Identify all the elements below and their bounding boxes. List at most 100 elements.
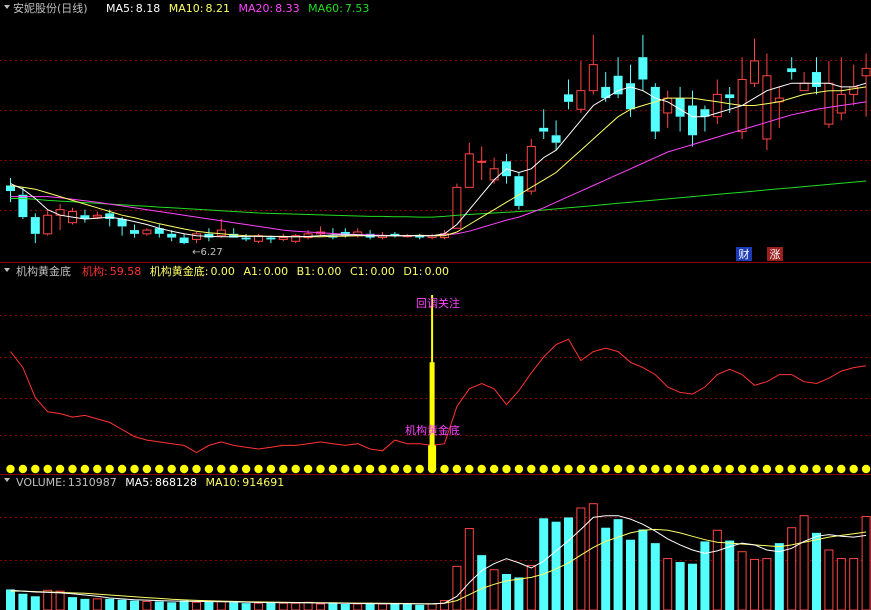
candle-body-down xyxy=(130,230,139,234)
volume-header: VOLUME: 1310987 MA5: 868128 MA10: 914691 xyxy=(4,476,284,489)
volume-bar-down xyxy=(774,543,784,610)
volume-bar-up xyxy=(526,564,536,610)
indicator-title: 机构黄金底 xyxy=(16,264,71,278)
volume-bar-up xyxy=(192,601,201,610)
signal-dot xyxy=(527,464,536,474)
signal-dot xyxy=(117,464,127,474)
signal-dot xyxy=(452,464,462,474)
volume-bar-down xyxy=(626,539,635,610)
volume-bar-down xyxy=(167,602,177,610)
volume-bar-up xyxy=(489,569,499,610)
candle-body-up xyxy=(762,75,772,140)
signal-dot xyxy=(762,464,772,474)
signal-dot xyxy=(229,464,238,474)
signal-dot xyxy=(824,464,834,474)
signal-dot xyxy=(514,464,524,474)
signal-dot xyxy=(378,464,387,474)
signal-dot xyxy=(551,464,561,474)
annotation-pullback: 回调关注 xyxy=(416,296,460,310)
volume-bar-down xyxy=(514,577,524,610)
volume-bar-down xyxy=(812,532,821,610)
volume-bar-down xyxy=(477,555,487,610)
signal-dot xyxy=(539,464,548,474)
volume-bar-down xyxy=(613,519,623,610)
price-header: 安妮股份(日线) MA5: 8.18 MA10: 8.21 MA20: 8.33 MA… xyxy=(4,1,369,15)
volume-bar-down xyxy=(700,541,710,610)
volume-bar-up xyxy=(861,516,871,610)
volume-bar-down xyxy=(650,543,660,610)
signal-dot xyxy=(589,464,598,474)
signal-dot xyxy=(799,464,809,474)
signal-dot xyxy=(626,464,635,474)
badge-zhang[interactable]: 涨 xyxy=(767,247,783,261)
low-price-annotation: ←6.27 xyxy=(192,247,223,258)
signal-dot xyxy=(241,464,251,474)
volume-bar-down xyxy=(402,604,412,610)
signal-dot xyxy=(787,464,796,474)
signal-dot xyxy=(55,464,65,474)
signal-dot xyxy=(155,464,164,474)
signal-dot xyxy=(303,464,313,474)
candle-body-up xyxy=(576,90,586,110)
volume-bar-up xyxy=(836,558,846,610)
candle-body-up xyxy=(588,64,598,92)
signal-dot xyxy=(564,464,573,474)
candle-body-down xyxy=(551,135,561,143)
signal-dot xyxy=(43,464,52,474)
signal-dot xyxy=(713,464,722,474)
signal-dot xyxy=(675,464,685,474)
annotation-golden-bottom: 机构黄金底 xyxy=(405,423,460,437)
signal-dot xyxy=(663,464,672,474)
signal-dot xyxy=(837,464,846,474)
volume-bar-up xyxy=(291,602,301,610)
candle-body-down xyxy=(564,94,573,102)
volume-bar-down xyxy=(229,602,239,610)
volume-bar-down xyxy=(688,563,697,610)
candle-body-up xyxy=(43,214,53,235)
volume-bar-down xyxy=(68,597,77,610)
volume-bar-up xyxy=(799,515,809,610)
signal-dot xyxy=(217,464,226,474)
signal-dot xyxy=(688,464,697,474)
signal-dot xyxy=(80,464,90,474)
signal-dot xyxy=(750,464,759,474)
volume-bar-down xyxy=(564,517,573,610)
volume-bar-down xyxy=(675,562,685,610)
volume-bar-up xyxy=(378,603,387,610)
candle-body-down xyxy=(725,94,735,99)
candle-body-down xyxy=(167,233,177,238)
signal-dot xyxy=(192,464,201,474)
candle-body-up xyxy=(477,160,487,163)
signal-dot xyxy=(31,464,40,474)
volume-bar-down xyxy=(502,574,511,610)
volume-bar-up xyxy=(849,558,859,610)
signal-dot xyxy=(353,464,362,474)
signal-dot xyxy=(328,464,338,474)
signal-dot xyxy=(179,464,189,474)
candle-body-up xyxy=(92,214,102,218)
volume-bar-down xyxy=(105,598,115,610)
volume-legend: VOLUME: 1310987 MA5: 868128 MA10: 914691 xyxy=(16,476,284,489)
signal-dot xyxy=(316,464,325,474)
signal-dot xyxy=(93,464,102,474)
volume-bar-up xyxy=(303,601,313,610)
price-legend: MA5: 8.18 MA10: 8.21 MA20: 8.33 MA60: 7.53 xyxy=(106,2,369,15)
volume-bar-down xyxy=(638,529,648,610)
volume-bar-down xyxy=(725,540,735,610)
volume-bar-down xyxy=(154,601,164,610)
signal-dot xyxy=(167,464,176,474)
signal-dot xyxy=(489,464,499,474)
volume-bar-down xyxy=(266,602,276,610)
badge-cai[interactable]: 财 xyxy=(736,247,752,261)
badge-cai-text: 财 xyxy=(739,247,750,261)
volume-bar-up xyxy=(278,602,288,610)
candle-body-down xyxy=(241,237,251,240)
candle-body-down xyxy=(688,105,697,136)
volume-bar-down xyxy=(30,596,40,610)
signal-dot xyxy=(725,464,734,474)
volume-bar-up xyxy=(576,507,586,610)
signal-dot xyxy=(6,464,15,474)
volume-bar-down xyxy=(204,601,214,610)
volume-bar-down xyxy=(241,603,251,610)
candle-body-up xyxy=(799,82,809,92)
